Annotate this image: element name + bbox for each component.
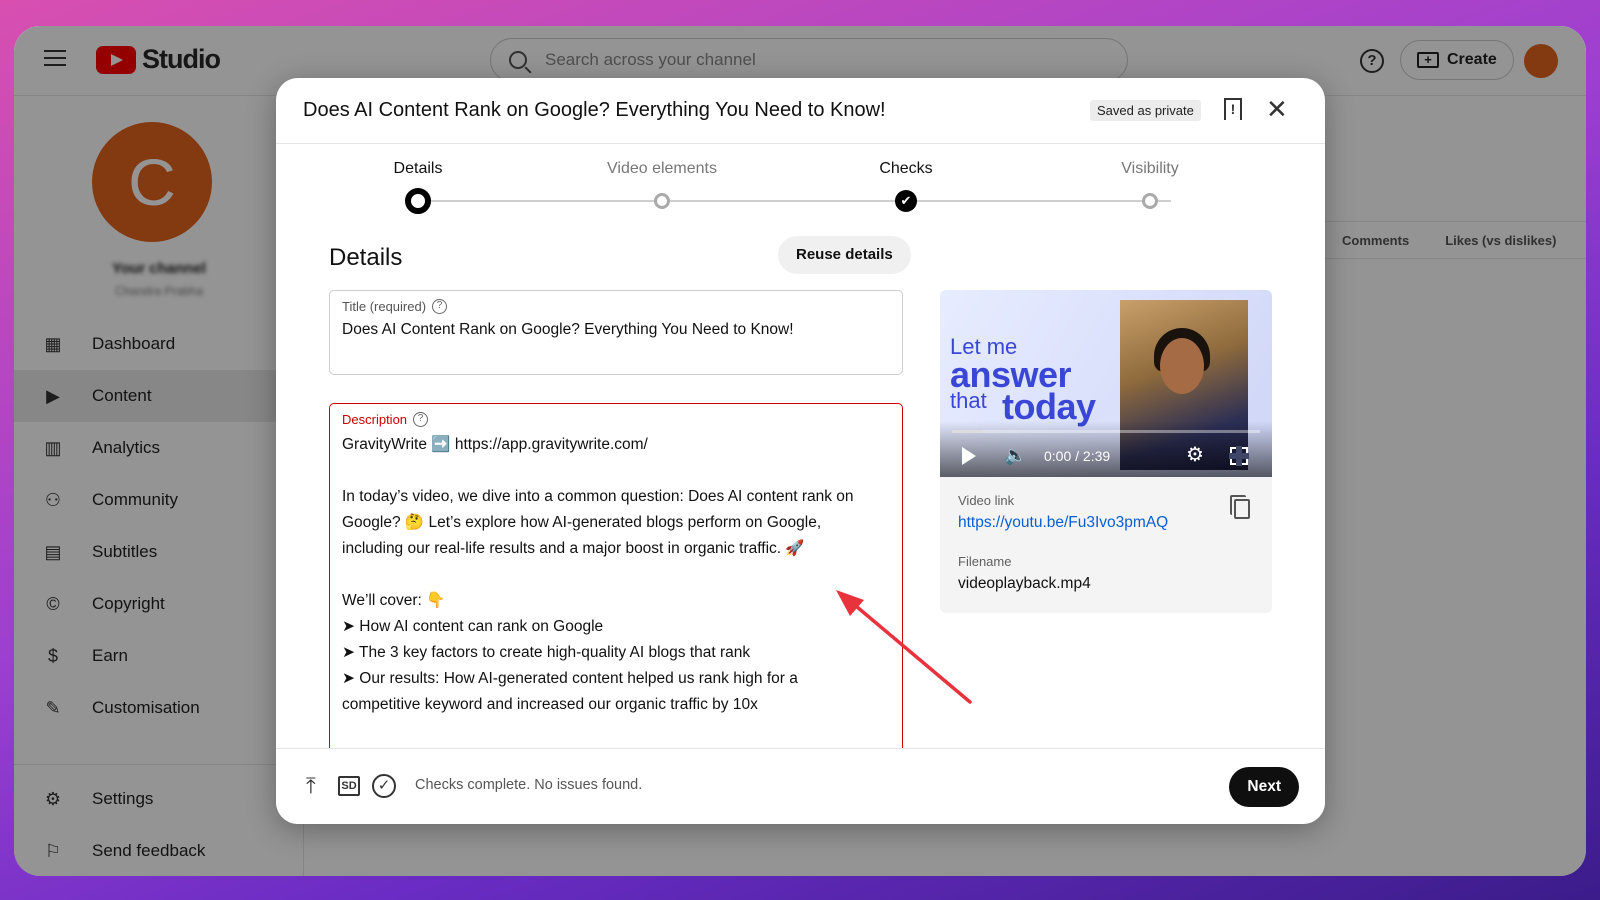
annotation-arrow-shaft [842,594,972,704]
checks-complete-icon[interactable]: ✓ [372,774,396,798]
sd-quality-icon[interactable]: SD [338,776,360,796]
next-button[interactable]: Next [1229,767,1299,807]
upload-icon[interactable]: ⤒ [306,773,316,799]
annotation-arrow [836,590,972,704]
annotation-arrow-head [836,590,864,616]
dialog-footer: ⤒ SD ✓ Checks complete. No issues found.… [276,748,1325,824]
checks-status-text: Checks complete. No issues found. [415,777,643,793]
upload-dialog: Does AI Content Rank on Google? Everythi… [276,78,1325,824]
